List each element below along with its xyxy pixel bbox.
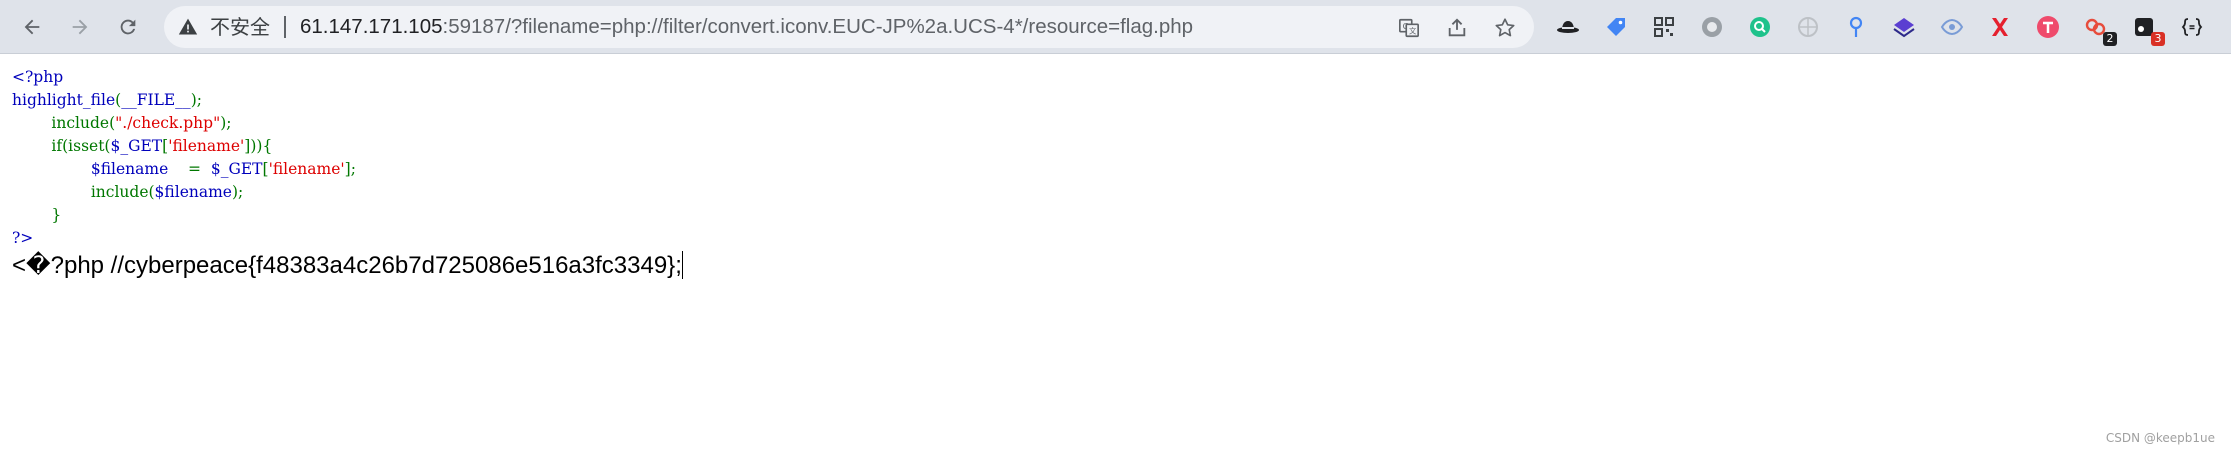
translate-icon: G文 <box>1399 18 1419 38</box>
address-divider <box>284 16 286 38</box>
code-line: <?php <box>12 68 64 86</box>
code-line: $filename = $_GET['filename']; <box>90 160 356 178</box>
extension-json[interactable] <box>2177 12 2207 42</box>
star-icon <box>1495 18 1515 37</box>
url-host: 61.147.171.105 <box>300 15 443 38</box>
extension-tag[interactable] <box>1601 12 1631 42</box>
security-label[interactable]: 不安全 <box>210 6 270 48</box>
extension-badge-count: 2 <box>2103 32 2117 46</box>
arrow-left-icon <box>24 19 40 35</box>
extension-eye[interactable] <box>1937 12 1967 42</box>
browser-window: 不安全 61.147.171.105:59187/?filename=php:/… <box>0 0 2231 457</box>
json-braces-icon <box>2181 18 2203 36</box>
extension-chain[interactable]: 2 <box>2081 12 2117 46</box>
translate-button[interactable]: G文 <box>1396 15 1422 41</box>
extension-qr[interactable] <box>1649 12 1679 42</box>
share-button[interactable] <box>1444 15 1470 41</box>
incognito-hat-icon <box>1557 21 1579 33</box>
page-content: <?php highlight_file(__FILE__); include("… <box>0 54 2231 457</box>
code-line: include("./check.php"); <box>51 114 232 132</box>
tag-icon <box>1607 18 1625 36</box>
extension-badge-count: 3 <box>2151 32 2165 46</box>
t-circle-red-icon <box>2037 16 2059 38</box>
reload-icon <box>120 19 136 35</box>
php-source-code: <?php highlight_file(__FILE__); include("… <box>12 66 356 250</box>
extension-incognito[interactable] <box>1553 12 1583 42</box>
warning-triangle-icon[interactable] <box>178 17 198 37</box>
globe-grey-icon <box>1798 17 1818 37</box>
pin-blue-icon <box>1849 16 1863 37</box>
text-caret <box>681 251 683 279</box>
share-icon <box>1448 18 1466 37</box>
qr-code-icon <box>1654 17 1674 37</box>
eye-blue-icon <box>1940 18 1964 36</box>
circle-grey-icon <box>1702 17 1722 37</box>
flag-output-text: <�?php //cyberpeace{f48383a4c26b7d725086… <box>12 252 682 279</box>
search-green-icon <box>1750 17 1770 37</box>
reload-button[interactable] <box>110 9 146 45</box>
extension-search[interactable] <box>1745 12 1775 42</box>
extension-square[interactable]: 3 <box>2129 12 2165 46</box>
address-bar[interactable]: 不安全 61.147.171.105:59187/?filename=php:/… <box>164 6 1534 48</box>
extension-layers[interactable] <box>1889 12 1919 42</box>
forward-button[interactable] <box>62 9 98 45</box>
layers-purple-icon <box>1893 18 1915 38</box>
bookmark-star-button[interactable] <box>1492 15 1518 41</box>
svg-text:文: 文 <box>1409 27 1417 36</box>
extension-t[interactable] <box>2033 12 2063 42</box>
url-text[interactable]: 61.147.171.105:59187/?filename=php://fil… <box>300 6 1193 48</box>
code-line: include($filename); <box>90 183 244 201</box>
extension-x[interactable] <box>1985 12 2015 42</box>
extension-pin[interactable] <box>1841 12 1871 42</box>
code-line: } <box>51 206 62 224</box>
back-button[interactable] <box>14 9 50 45</box>
code-line: ?> <box>12 229 34 247</box>
x-red-icon <box>1992 18 2008 36</box>
extension-circle[interactable] <box>1697 12 1727 42</box>
url-path: :59187/?filename=php://filter/convert.ic… <box>442 15 1194 38</box>
code-line: if(isset($_GET['filename'])){ <box>51 137 273 155</box>
arrow-right-icon <box>72 19 88 35</box>
watermark: CSDN @keepb1ue <box>2105 431 2215 445</box>
extension-globe[interactable] <box>1793 12 1823 42</box>
code-line: highlight_file(__FILE__); <box>12 91 202 109</box>
browser-toolbar: 不安全 61.147.171.105:59187/?filename=php:/… <box>0 0 2231 54</box>
included-file-output[interactable]: <�?php //cyberpeace{f48383a4c26b7d725086… <box>12 250 683 282</box>
